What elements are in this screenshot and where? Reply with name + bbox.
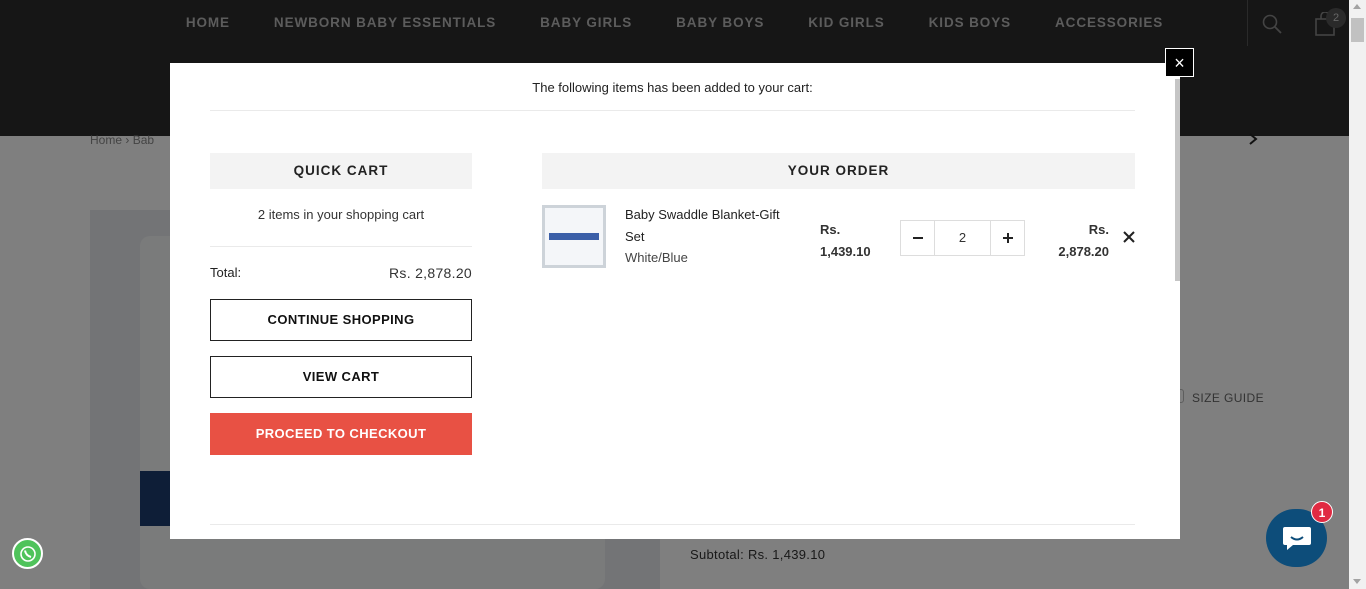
item-line-total: Rs. 2,878.20: [1040, 219, 1109, 263]
quantity-input[interactable]: 2: [934, 221, 991, 255]
item-name[interactable]: Baby Swaddle Blanket-Gift Set: [625, 204, 800, 248]
close-icon[interactable]: ×: [1165, 48, 1194, 77]
scroll-down-arrow-icon[interactable]: [1353, 579, 1361, 584]
minus-icon[interactable]: [901, 221, 934, 255]
modal-divider: [210, 524, 1135, 525]
continue-shopping-button[interactable]: CONTINUE SHOPPING: [210, 299, 472, 341]
page-scrollbar[interactable]: [1349, 0, 1366, 589]
item-thumbnail-band: [549, 233, 599, 240]
item-total-value: 2,878.20: [1058, 244, 1109, 259]
plus-icon[interactable]: [991, 221, 1024, 255]
item-total-currency: Rs.: [1088, 222, 1109, 237]
checkout-button[interactable]: PROCEED TO CHECKOUT: [210, 413, 472, 455]
whatsapp-icon: [19, 545, 36, 562]
quantity-stepper: 2: [900, 220, 1025, 256]
scroll-thumb[interactable]: [1351, 18, 1364, 42]
your-order-title: YOUR ORDER: [542, 153, 1135, 189]
total-label: Total:: [210, 265, 242, 280]
scroll-up-arrow-icon[interactable]: [1353, 4, 1361, 9]
chat-bubble-icon: [1282, 527, 1311, 550]
remove-item-icon[interactable]: [1120, 228, 1138, 246]
whatsapp-button[interactable]: [12, 538, 43, 569]
item-price: Rs. 1,439.10: [820, 219, 892, 263]
item-thumbnail-image: [545, 208, 603, 265]
chat-notification-badge: 1: [1311, 501, 1333, 523]
view-cart-button[interactable]: VIEW CART: [210, 356, 472, 398]
total-value: Rs. 2,878.20: [389, 265, 472, 281]
item-price-currency: Rs.: [820, 222, 841, 237]
modal-message: The following items has been added to yo…: [210, 63, 1135, 111]
item-thumbnail[interactable]: [542, 205, 606, 268]
added-to-cart-modal: The following items has been added to yo…: [170, 63, 1180, 539]
modal-scrollbar[interactable]: [1175, 79, 1180, 281]
cart-item-count: 2 items in your shopping cart: [210, 203, 472, 247]
quick-cart-title: QUICK CART: [210, 153, 472, 189]
item-variant: White/Blue: [625, 250, 688, 265]
item-price-value: 1,439.10: [820, 244, 871, 259]
